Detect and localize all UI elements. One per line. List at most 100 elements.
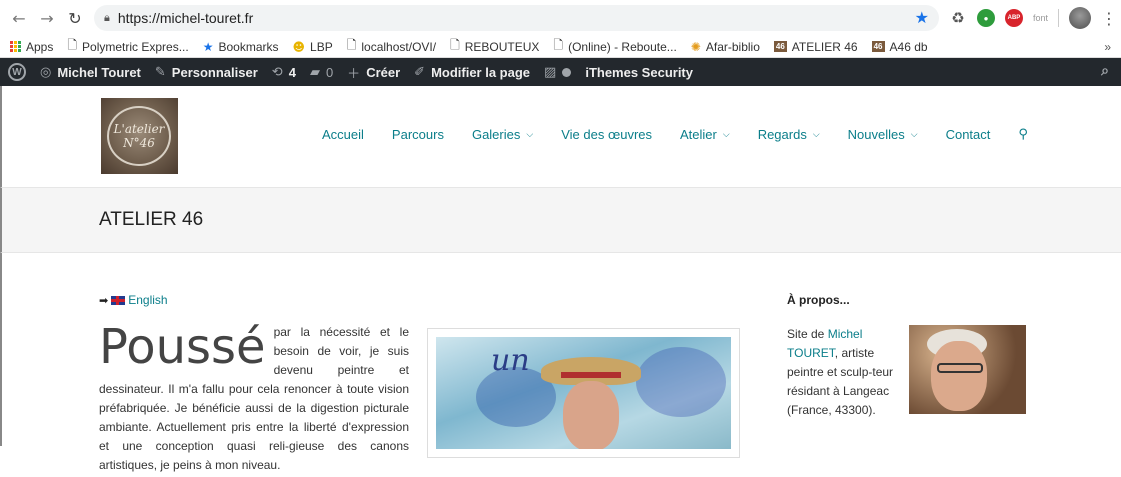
- page-icon: 🗋: [553, 38, 564, 52]
- bookmark-lbp[interactable]: ☻ LBP: [293, 40, 333, 54]
- logo-line-2: N°46: [123, 136, 155, 150]
- uk-flag-icon: [111, 295, 126, 305]
- adminbar-edit-page[interactable]: ✐ Modifier la page: [414, 65, 530, 80]
- wordpress-logo-icon[interactable]: W: [8, 63, 26, 81]
- bookmark-localhost[interactable]: 🗋 localhost/OVI/: [347, 36, 436, 57]
- comment-icon: ▰: [309, 64, 320, 80]
- bookmarks-bar: Apps 🗋 Polymetric Expres... ★ Bookmarks …: [0, 36, 1121, 58]
- author-portrait: [909, 325, 1026, 414]
- bookmark-label: Polymetric Expres...: [82, 39, 189, 54]
- page-title: ATELIER 46: [99, 209, 204, 230]
- bookmark-label: LBP: [310, 39, 333, 54]
- artist-photo: un: [436, 337, 731, 449]
- profile-avatar[interactable]: [1069, 7, 1091, 29]
- chevron-down-icon: ⌵: [526, 129, 534, 139]
- menu-item-accueil[interactable]: Accueil: [322, 127, 364, 142]
- reload-icon[interactable]: ↻: [66, 9, 84, 28]
- adminbar-yoast[interactable]: ▨: [544, 64, 572, 80]
- font-extension-icon[interactable]: font: [1033, 9, 1048, 27]
- menu-label: Atelier: [680, 127, 717, 142]
- new-label: Créer: [366, 64, 401, 80]
- bookmark-label: (Online) - Reboute...: [568, 39, 677, 54]
- lock-icon[interactable]: 🔒︎: [104, 12, 110, 25]
- recycle-extension-icon[interactable]: ♻: [949, 9, 967, 27]
- bookmark-star-icon[interactable]: ★: [915, 8, 929, 28]
- painted-lettering: un: [491, 343, 530, 378]
- menu-item-vie-des-oeuvres[interactable]: Vie des œuvres: [561, 127, 652, 142]
- plus-icon: ＋: [347, 66, 361, 82]
- paint-blot: [636, 347, 726, 417]
- menu-item-parcours[interactable]: Parcours: [392, 127, 444, 142]
- seo-status-dot: [562, 67, 572, 77]
- menu-item-contact[interactable]: Contact: [946, 127, 991, 142]
- search-icon[interactable]: ⌕: [1101, 63, 1109, 79]
- bookmark-afar-biblio[interactable]: ✺ Afar-biblio: [691, 40, 760, 54]
- bookmarks-overflow-chevron[interactable]: »: [1104, 40, 1111, 54]
- back-arrow-icon[interactable]: ←: [10, 9, 28, 28]
- a46-icon: 46: [773, 41, 787, 52]
- language-switch[interactable]: ➡ English: [99, 293, 168, 307]
- site-header: L'atelier N°46 Accueil Parcours Galeries…: [0, 86, 1121, 187]
- menu-item-regards[interactable]: Regards ⌵: [758, 127, 820, 142]
- browser-toolbar: ← → ↻ 🔒︎ https://michel-touret.fr ★ ♻ ● …: [0, 0, 1121, 36]
- wp-admin-bar: W ◎ Michel Touret ✎ Personnaliser ⟲ 4 ▰ …: [0, 58, 1121, 86]
- green-extension-icon[interactable]: ●: [976, 9, 995, 27]
- portrait-face: [931, 341, 987, 411]
- bookmark-apps[interactable]: Apps: [10, 40, 53, 54]
- article-text: Poussé par la nécessité et le besoin de …: [99, 323, 409, 475]
- page-icon: 🗋: [450, 38, 460, 52]
- search-icon[interactable]: ⚲: [1018, 127, 1028, 142]
- page-content: ➡ English Poussé par la nécessité et le …: [0, 253, 1121, 472]
- menu-item-nouvelles[interactable]: Nouvelles ⌵: [848, 127, 918, 142]
- menu-item-atelier[interactable]: Atelier ⌵: [680, 127, 730, 142]
- language-link[interactable]: English: [128, 293, 167, 307]
- brush-icon: ✎: [154, 64, 166, 80]
- chevron-down-icon: ⌵: [722, 129, 730, 139]
- url-text[interactable]: https://michel-touret.fr: [118, 10, 907, 26]
- menu-label: Galeries: [471, 127, 521, 142]
- adminbar-updates[interactable]: ⟲ 4: [272, 65, 296, 80]
- featured-image[interactable]: un: [427, 328, 740, 458]
- menu-label: Parcours: [391, 127, 444, 142]
- widget-title: À propos...: [787, 293, 850, 307]
- adminbar-customize[interactable]: ✎ Personnaliser: [155, 65, 258, 80]
- bookmark-label: Apps: [26, 39, 54, 54]
- bookmark-label: REBOUTEUX: [464, 39, 540, 54]
- menu-label: Accueil: [322, 127, 364, 142]
- adminbar-security[interactable]: iThemes Security: [585, 65, 693, 80]
- arrow-right-icon: ➡: [99, 293, 109, 307]
- yoast-icon: ▨: [544, 64, 557, 80]
- adminbar-new[interactable]: ＋ Créer: [347, 63, 400, 82]
- menu-kebab-icon[interactable]: ⋮: [1101, 9, 1117, 28]
- bookmark-rebouteux[interactable]: 🗋 REBOUTEUX: [450, 36, 539, 57]
- artist-face: [563, 381, 619, 449]
- logo-medallion: L'atelier N°46: [107, 106, 171, 166]
- customize-label: Personnaliser: [171, 64, 258, 80]
- menu-label: Nouvelles: [847, 127, 905, 142]
- bookmark-label: Bookmarks: [218, 39, 279, 54]
- menu-label: Regards: [757, 127, 807, 142]
- sidebar: À propos... Site de Michel TOURET, artis…: [787, 293, 1027, 420]
- bookmark-polymetric[interactable]: 🗋 Polymetric Expres...: [67, 36, 188, 57]
- adblock-plus-icon[interactable]: ABP: [1004, 9, 1023, 27]
- address-bar[interactable]: 🔒︎ https://michel-touret.fr ★: [94, 5, 939, 31]
- portrait-glasses: [937, 363, 983, 373]
- bookmark-atelier-46[interactable]: 46 ATELIER 46: [773, 40, 858, 54]
- bookmark-online-reboute[interactable]: 🗋 (Online) - Reboute...: [553, 36, 676, 57]
- apps-grid-icon: [10, 41, 21, 52]
- adminbar-site-name[interactable]: ◎ Michel Touret: [40, 65, 141, 80]
- menu-item-galeries[interactable]: Galeries ⌵: [472, 127, 533, 142]
- comments-count: 0: [325, 64, 334, 80]
- page-icon: 🗋: [67, 38, 78, 52]
- bookmark-a46-db[interactable]: 46 A46 db: [871, 39, 928, 54]
- security-label: iThemes Security: [585, 64, 693, 80]
- star-icon: ★: [202, 39, 214, 54]
- bookmark-label: A46 db: [889, 39, 928, 54]
- forward-arrow-icon[interactable]: →: [38, 9, 56, 28]
- bookmark-label: Afar-biblio: [705, 39, 760, 54]
- site-logo[interactable]: L'atelier N°46: [101, 98, 178, 174]
- site-name-label: Michel Touret: [57, 64, 141, 80]
- adminbar-comments[interactable]: ▰ 0: [310, 65, 333, 80]
- updates-icon: ⟲: [271, 64, 283, 80]
- bookmark-bookmarks[interactable]: ★ Bookmarks: [203, 40, 279, 54]
